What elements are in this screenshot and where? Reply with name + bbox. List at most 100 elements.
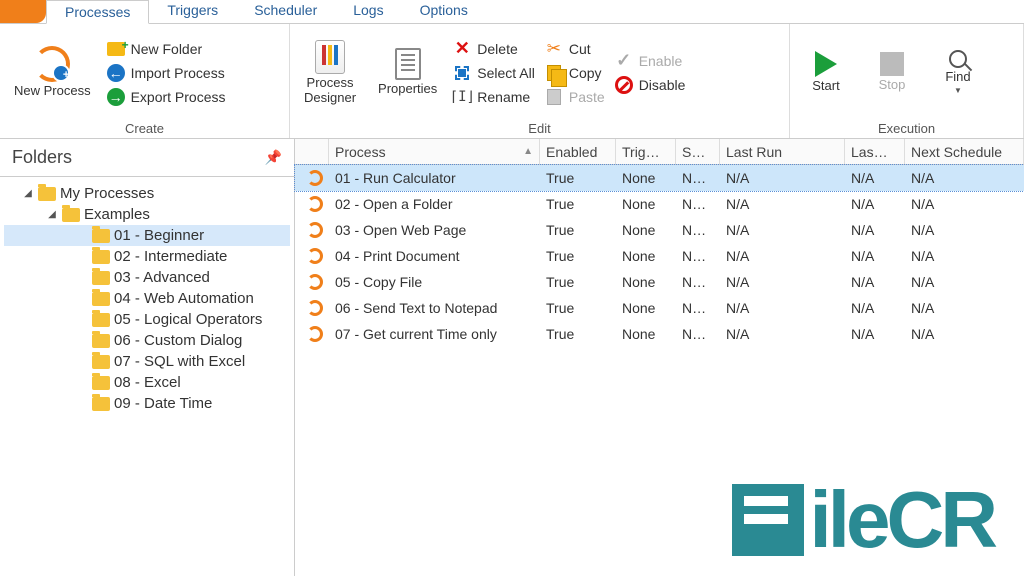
tree-item[interactable]: 05 - Logical Operators <box>4 309 290 330</box>
copy-icon <box>547 65 561 81</box>
properties-icon <box>395 48 421 80</box>
process-icon <box>307 222 323 238</box>
sort-asc-icon: ▲ <box>523 146 533 157</box>
folder-icon <box>92 397 110 411</box>
disable-icon <box>615 76 633 94</box>
tree-my-processes[interactable]: ◢My Processes <box>4 183 290 204</box>
folders-header: Folders 📌 <box>0 139 294 177</box>
expand-icon: ◢ <box>22 188 34 199</box>
process-icon <box>307 170 323 186</box>
tab-strip: ProcessesTriggersSchedulerLogsOptions <box>0 0 1024 24</box>
designer-icon <box>315 40 345 74</box>
tree-item[interactable]: 02 - Intermediate <box>4 246 290 267</box>
folders-title: Folders <box>12 147 72 168</box>
folder-icon <box>38 187 56 201</box>
enable-button[interactable]: ✓Enable <box>615 52 686 70</box>
process-designer-button[interactable]: Process Designer <box>298 38 362 107</box>
new-process-button[interactable]: New Process <box>8 44 97 100</box>
grid-header: Process▲ Enabled Trig… S… Last Run Las… … <box>295 139 1024 165</box>
tree-item[interactable]: 08 - Excel <box>4 372 290 393</box>
col-lasd[interactable]: Las… <box>845 139 905 164</box>
col-next[interactable]: Next Schedule <box>905 139 1024 164</box>
tree-item[interactable]: 06 - Custom Dialog <box>4 330 290 351</box>
process-icon <box>307 196 323 212</box>
expand-icon: ◢ <box>46 209 58 220</box>
delete-button[interactable]: ✕Delete <box>453 40 535 58</box>
folder-icon <box>92 313 110 327</box>
tree-examples[interactable]: ◢Examples <box>4 204 290 225</box>
watermark-f-icon <box>732 484 804 556</box>
rename-icon: ⌈I⌋ <box>453 88 471 106</box>
tree-item[interactable]: 07 - SQL with Excel <box>4 351 290 372</box>
col-enabled[interactable]: Enabled <box>540 139 616 164</box>
import-process-button[interactable]: ←Import Process <box>107 64 226 82</box>
table-row[interactable]: 06 - Send Text to NotepadTrueNoneN…N/AN/… <box>295 295 1024 321</box>
pin-icon[interactable]: 📌 <box>265 149 282 166</box>
copy-button[interactable]: Copy <box>545 64 605 82</box>
folder-icon <box>92 250 110 264</box>
tree-item[interactable]: 03 - Advanced <box>4 267 290 288</box>
stop-button[interactable]: Stop <box>864 50 920 94</box>
export-icon: → <box>107 88 125 106</box>
table-row[interactable]: 02 - Open a FolderTrueNoneN…N/AN/AN/A <box>295 191 1024 217</box>
disable-button[interactable]: Disable <box>615 76 686 94</box>
start-button[interactable]: Start <box>798 49 854 95</box>
table-row[interactable]: 04 - Print DocumentTrueNoneN…N/AN/AN/A <box>295 243 1024 269</box>
paste-button[interactable]: Paste <box>545 88 605 106</box>
tree-item[interactable]: 04 - Web Automation <box>4 288 290 309</box>
folder-plus-icon <box>107 42 125 56</box>
find-button[interactable]: Find▼ <box>930 48 986 97</box>
properties-button[interactable]: Properties <box>372 46 443 98</box>
folders-pane: Folders 📌 ◢My Processes◢Examples01 - Beg… <box>0 139 295 576</box>
table-row[interactable]: 05 - Copy FileTrueNoneN…N/AN/AN/A <box>295 269 1024 295</box>
process-icon <box>307 274 323 290</box>
col-process[interactable]: Process▲ <box>329 139 540 164</box>
folder-icon <box>62 208 80 222</box>
process-icon <box>307 326 323 342</box>
group-execution-label: Execution <box>790 121 1023 138</box>
enable-icon: ✓ <box>615 52 633 70</box>
table-row[interactable]: 03 - Open Web PageTrueNoneN…N/AN/AN/A <box>295 217 1024 243</box>
tab-logs[interactable]: Logs <box>335 0 401 23</box>
folder-icon <box>92 292 110 306</box>
stop-icon <box>880 52 904 76</box>
table-row[interactable]: 07 - Get current Time onlyTrueNoneN…N/AN… <box>295 321 1024 347</box>
col-lastrun[interactable]: Last Run <box>720 139 845 164</box>
cut-icon: ✂ <box>545 40 563 58</box>
folder-icon <box>92 271 110 285</box>
process-grid: Process▲ Enabled Trig… S… Last Run Las… … <box>295 139 1024 576</box>
rename-button[interactable]: ⌈I⌋Rename <box>453 88 535 106</box>
folder-icon <box>92 376 110 390</box>
cut-button[interactable]: ✂Cut <box>545 40 605 58</box>
new-process-label: New Process <box>14 84 91 98</box>
tree-item[interactable]: 01 - Beginner <box>4 225 290 246</box>
new-process-icon <box>34 46 70 82</box>
delete-icon: ✕ <box>453 40 471 58</box>
group-create-label: Create <box>0 121 289 138</box>
folder-tree: ◢My Processes◢Examples01 - Beginner02 - … <box>0 177 294 420</box>
properties-label: Properties <box>378 82 437 96</box>
group-edit-label: Edit <box>290 121 789 138</box>
col-trigger[interactable]: Trig… <box>616 139 676 164</box>
watermark: ileCR <box>732 474 995 566</box>
folder-icon <box>92 355 110 369</box>
new-folder-button[interactable]: New Folder <box>107 40 226 58</box>
tab-scheduler[interactable]: Scheduler <box>236 0 335 23</box>
process-icon <box>307 248 323 264</box>
export-process-button[interactable]: →Export Process <box>107 88 226 106</box>
table-row[interactable]: 01 - Run CalculatorTrueNoneN…N/AN/AN/A <box>295 165 1024 191</box>
tab-processes[interactable]: Processes <box>46 0 149 24</box>
main-area: Folders 📌 ◢My Processes◢Examples01 - Beg… <box>0 139 1024 576</box>
col-s[interactable]: S… <box>676 139 720 164</box>
tab-triggers[interactable]: Triggers <box>149 0 236 23</box>
tree-item[interactable]: 09 - Date Time <box>4 393 290 414</box>
process-icon <box>307 300 323 316</box>
tab-options[interactable]: Options <box>402 0 486 23</box>
find-icon <box>949 50 967 68</box>
select-all-button[interactable]: Select All <box>453 64 535 82</box>
folder-icon <box>92 334 110 348</box>
ribbon: New Process New Folder ←Import Process →… <box>0 24 1024 139</box>
import-icon: ← <box>107 64 125 82</box>
process-designer-label: Process Designer <box>304 76 356 105</box>
play-icon <box>815 51 837 77</box>
